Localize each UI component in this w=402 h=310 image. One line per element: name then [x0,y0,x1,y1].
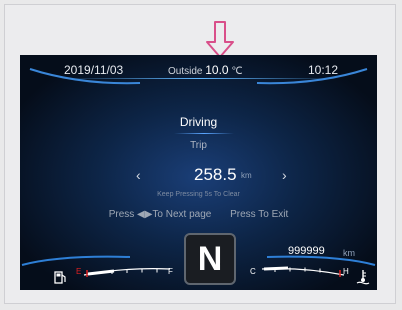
trip-distance-value: 258.5 [194,165,237,184]
exit-instruction: Press To Exit [230,209,289,220]
button-instructions: Press ◀▶To Next page Press To Exit [20,209,377,220]
next-page-arrow[interactable]: › [282,167,287,183]
mode-title: Driving [179,115,218,129]
next-page-instruction: Press ◀▶To Next page [108,209,212,220]
trip-distance-unit: km [241,171,252,180]
previous-page-arrow[interactable]: ‹ [136,167,141,183]
bottom-swoosh [21,255,376,266]
down-arrow-icon [206,21,234,58]
trip-subtitle: Trip [190,140,207,151]
instrument-cluster-display: 2019/11/03 Outside 10.0 ℃ 10:12 Driving … [20,55,377,290]
trip-value-row: ‹ 258.5 km › [20,165,377,189]
clear-hint: Keep Pressing 5s To Clear [157,191,240,198]
mode-underline [174,133,234,134]
top-swoosh [29,68,368,85]
